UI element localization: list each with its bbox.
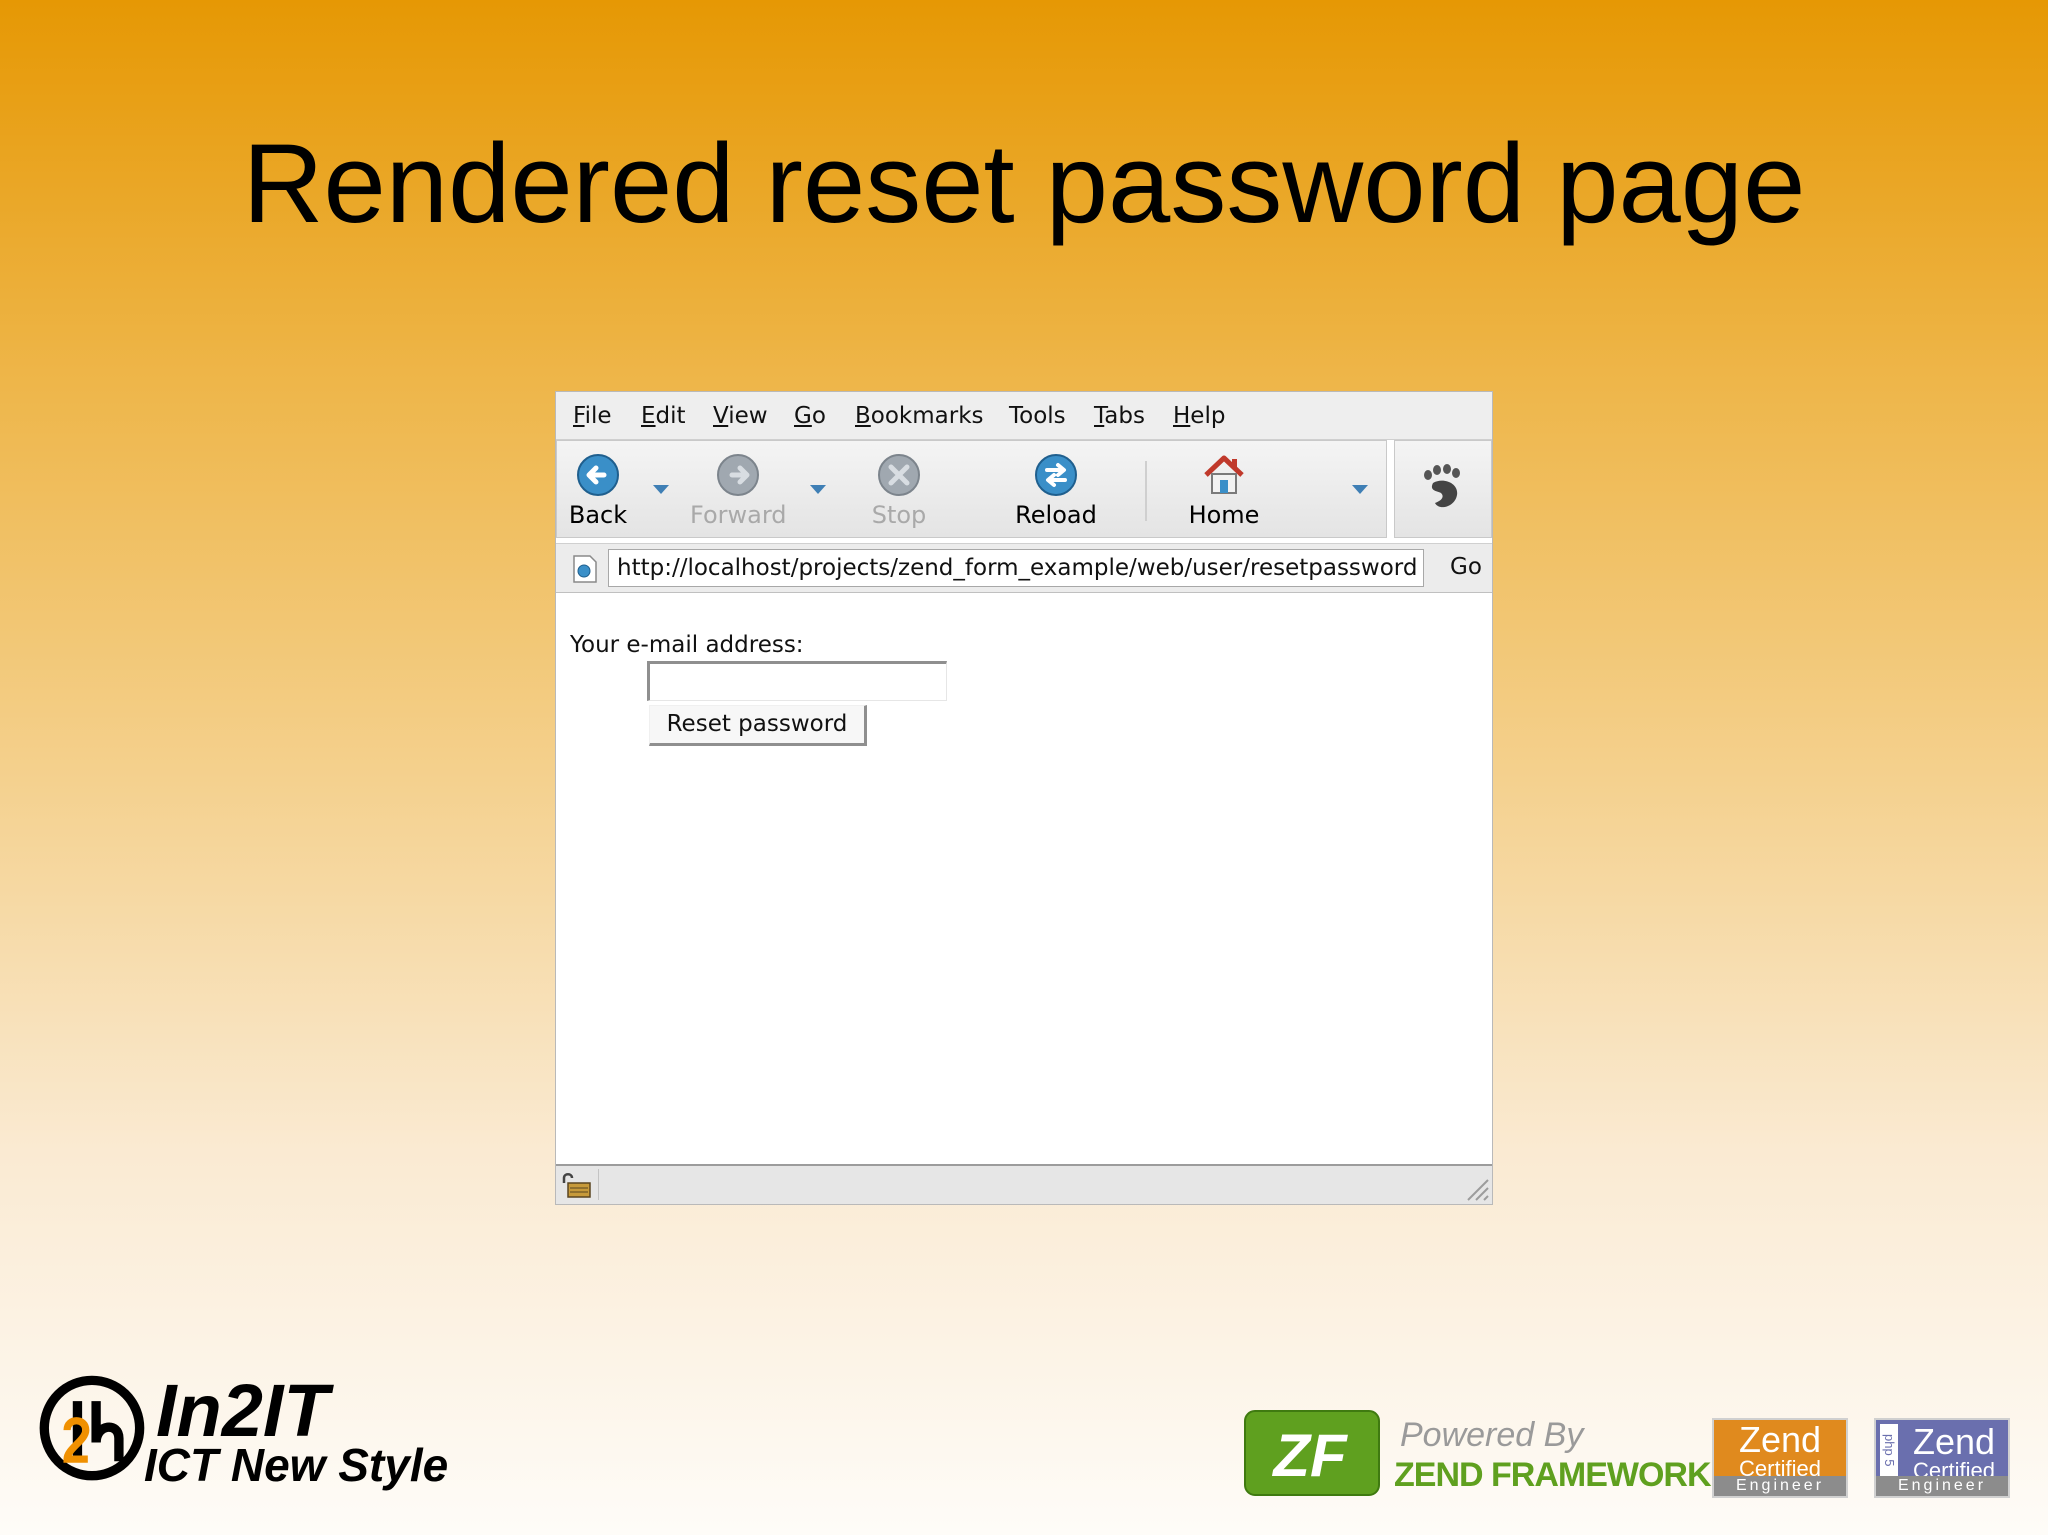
go-button[interactable]: Go bbox=[1450, 554, 1482, 580]
home-icon bbox=[1204, 455, 1244, 494]
in2it-name: In2IT bbox=[156, 1369, 329, 1452]
location-bar: http://localhost/projects/zend_form_exam… bbox=[556, 543, 1492, 593]
forward-arrow-icon bbox=[717, 454, 759, 496]
browser-window: File Edit View Go Bookmarks Tools Tabs H… bbox=[555, 391, 1493, 1205]
svg-text:ZF: ZF bbox=[1271, 1422, 1348, 1489]
forward-button[interactable]: Forward bbox=[690, 453, 787, 529]
in2it-logo: In2IT ICT New Style bbox=[36, 1370, 496, 1490]
back-arrow-icon bbox=[577, 454, 619, 496]
back-history-dropdown-icon[interactable] bbox=[653, 485, 669, 494]
menu-bookmarks-label: ookmarks bbox=[870, 403, 984, 429]
stop-label: Stop bbox=[871, 501, 927, 529]
home-label: Home bbox=[1188, 501, 1260, 529]
reload-icon bbox=[1035, 454, 1077, 496]
reset-password-button[interactable]: Reset password bbox=[649, 705, 867, 746]
menu-view-label: iew bbox=[728, 403, 768, 429]
forward-history-dropdown-icon[interactable] bbox=[810, 485, 826, 494]
menu-file[interactable]: File bbox=[573, 403, 612, 429]
menu-edit[interactable]: Edit bbox=[641, 403, 686, 429]
badge-zend: Zend bbox=[1738, 1419, 1822, 1460]
menu-help-label: elp bbox=[1190, 403, 1226, 429]
zend-framework-text: ZEND FRAMEWORK bbox=[1394, 1456, 1712, 1494]
menu-tools[interactable]: Tools bbox=[1009, 403, 1066, 429]
menu-help[interactable]: Help bbox=[1173, 403, 1225, 429]
back-button[interactable]: Back bbox=[565, 453, 631, 529]
menu-view[interactable]: View bbox=[713, 403, 768, 429]
toolbar-overflow-dropdown-icon[interactable] bbox=[1352, 485, 1368, 494]
menu-file-label: ile bbox=[584, 403, 612, 429]
status-bar bbox=[556, 1164, 1492, 1204]
unlocked-padlock-icon bbox=[562, 1173, 591, 1198]
zend-framework-logo: ZF bbox=[1244, 1410, 1380, 1496]
zend-php5-certified-badge: php 5 Zend Certified Engineer bbox=[1874, 1418, 2010, 1498]
page-icon bbox=[573, 555, 597, 583]
menu-tabs[interactable]: Tabs bbox=[1094, 403, 1145, 429]
navigation-toolbar: Back Forward Stop Reload Home bbox=[556, 440, 1387, 538]
in2it-tagline: ICT New Style bbox=[144, 1439, 449, 1491]
stop-button[interactable]: Stop bbox=[867, 453, 931, 529]
menu-tabs-label: abs bbox=[1104, 403, 1145, 429]
reload-label: Reload bbox=[1015, 501, 1097, 529]
page-content: Your e-mail address: Reset password bbox=[556, 593, 1492, 1159]
reload-button[interactable]: Reload bbox=[1013, 453, 1099, 529]
gnome-foot-icon bbox=[1424, 464, 1460, 508]
email-input[interactable] bbox=[647, 661, 947, 701]
forward-label: Forward bbox=[690, 501, 787, 529]
menu-bookmarks[interactable]: Bookmarks bbox=[855, 403, 984, 429]
powered-by-text: Powered By bbox=[1400, 1416, 1584, 1454]
badge2-engineer: Engineer bbox=[1876, 1476, 2008, 1496]
badge2-zend: Zend bbox=[1912, 1421, 1996, 1462]
menu-tools-label: Tools bbox=[1009, 403, 1066, 429]
menu-go[interactable]: Go bbox=[794, 403, 826, 429]
slide-title: Rendered reset password page bbox=[242, 121, 1806, 246]
resize-grip-icon[interactable] bbox=[1462, 1174, 1490, 1202]
menu-edit-label: dit bbox=[655, 403, 686, 429]
url-input[interactable]: http://localhost/projects/zend_form_exam… bbox=[608, 549, 1424, 587]
back-label: Back bbox=[568, 501, 628, 529]
badge-engineer: Engineer bbox=[1714, 1476, 1846, 1496]
home-button[interactable]: Home bbox=[1183, 453, 1265, 529]
in2it-emblem-icon bbox=[39, 1375, 145, 1481]
toolbar-separator bbox=[1145, 461, 1147, 521]
menu-go-label: o bbox=[811, 403, 826, 429]
status-text bbox=[598, 1169, 1459, 1200]
zf-emblem-icon: ZF bbox=[1244, 1410, 1380, 1496]
menu-bar: File Edit View Go Bookmarks Tools Tabs H… bbox=[556, 392, 1492, 440]
email-label: Your e-mail address: bbox=[570, 632, 804, 658]
zend-certified-badge: Zend Certified Engineer bbox=[1712, 1418, 1848, 1498]
throbber bbox=[1394, 440, 1492, 538]
stop-icon bbox=[878, 454, 920, 496]
badge-php5: php 5 bbox=[1880, 1424, 1898, 1476]
